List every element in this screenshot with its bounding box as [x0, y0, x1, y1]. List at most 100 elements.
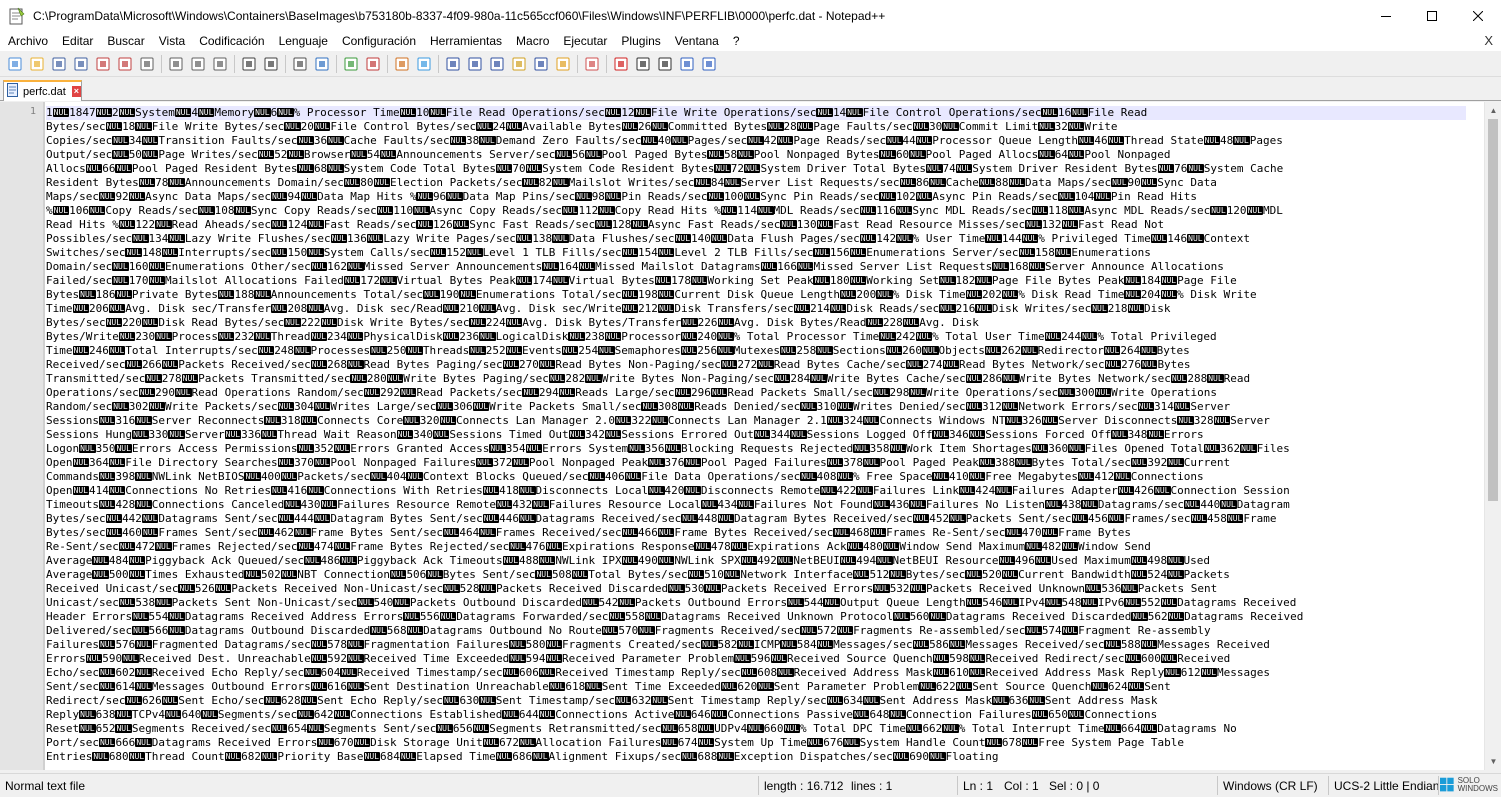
open-file-icon[interactable] [27, 54, 47, 74]
save-all-icon[interactable] [71, 54, 91, 74]
copy-icon[interactable] [188, 54, 208, 74]
code-text: Received [1177, 652, 1231, 665]
code-text: Sessions Logged Off [806, 428, 933, 441]
text-area[interactable]: 1NUL1847NUL2NULSystemNUL4NULMemoryNUL6NU… [46, 106, 1466, 770]
close-icon[interactable] [93, 54, 113, 74]
nul-token: NUL [72, 486, 89, 495]
scroll-down-icon[interactable]: ▼ [1485, 753, 1501, 770]
redo-icon[interactable] [261, 54, 281, 74]
stop-macro-icon[interactable] [633, 54, 653, 74]
menu-item-macro[interactable]: Macro [509, 34, 556, 48]
nul-token: NUL [886, 136, 903, 145]
monitoring-icon[interactable] [582, 54, 602, 74]
folder-workspace-icon[interactable] [553, 54, 573, 74]
code-text: Async Fast Reads/sec [647, 218, 781, 231]
function-list-icon[interactable] [531, 54, 551, 74]
print-icon[interactable] [137, 54, 157, 74]
nul-token: NUL [297, 136, 314, 145]
nul-token: NUL [826, 416, 844, 425]
menu-item-editar[interactable]: Editar [55, 34, 100, 48]
play-macro-icon[interactable] [655, 54, 675, 74]
scroll-up-icon[interactable]: ▲ [1485, 102, 1501, 119]
nul-token: NUL [796, 122, 814, 131]
menu-item-plugins[interactable]: Plugins [614, 34, 667, 48]
code-text: Segments Sent/sec [323, 722, 437, 735]
maximize-button[interactable] [1409, 0, 1455, 31]
save-macro-icon[interactable] [699, 54, 719, 74]
undo-icon[interactable] [239, 54, 259, 74]
code-text: Pool Paged Bytes [601, 148, 708, 161]
sync-horizontal-icon[interactable] [414, 54, 434, 74]
code-text: Thread Wait Reason [277, 428, 397, 441]
nul-token: NUL [915, 332, 933, 341]
code-text: 270 [519, 358, 539, 371]
minimize-button[interactable] [1363, 0, 1409, 31]
code-text: Data Flushes/sec [568, 232, 675, 245]
editor-pane[interactable]: 1 1NUL1847NUL2NULSystemNUL4NULMemoryNUL6… [0, 102, 1501, 770]
cut-icon[interactable] [166, 54, 186, 74]
code-text: 626 [141, 694, 162, 707]
close-window-button[interactable] [1455, 0, 1501, 31]
save-icon[interactable] [49, 54, 69, 74]
zoom-out-icon[interactable] [363, 54, 383, 74]
code-text: 582 [717, 638, 738, 651]
menu-item-configuraci-n[interactable]: Configuración [335, 34, 423, 48]
code-text: 236 [459, 330, 480, 343]
nul-token: NUL [1160, 654, 1178, 663]
notepadpp-app-icon[interactable] [9, 7, 25, 25]
code-text: 470 [1021, 526, 1042, 539]
code-text: Processor Queue Length [932, 134, 1078, 147]
code-text: 484 [108, 554, 129, 567]
record-macro-icon[interactable] [611, 54, 631, 74]
nul-token: NUL [1067, 206, 1085, 215]
show-all-chars-icon[interactable] [465, 54, 485, 74]
code-text: Lazy Write Pages/sec [383, 232, 516, 245]
scrollbar-thumb[interactable] [1488, 119, 1498, 501]
menu-item-vista[interactable]: Vista [152, 34, 192, 48]
menu-item-help[interactable]: ? [726, 34, 747, 48]
close-all-icon[interactable] [115, 54, 135, 74]
menu-item-buscar[interactable]: Buscar [100, 34, 151, 48]
code-text: Frame Bytes Sent/sec [310, 526, 443, 539]
code-text: 452 [929, 512, 950, 525]
code-text: Received Redirect/sec [985, 652, 1125, 665]
tab-close-icon[interactable]: × [71, 86, 81, 97]
menu-item-herramientas[interactable]: Herramientas [423, 34, 509, 48]
tab-perfc-dat[interactable]: perfc.dat × [3, 80, 82, 101]
indent-guide-icon[interactable] [487, 54, 507, 74]
run-multiple-macro-icon[interactable] [677, 54, 697, 74]
code-text: 54 [366, 148, 380, 161]
word-wrap-icon[interactable] [443, 54, 463, 74]
nul-token: NUL [747, 136, 764, 145]
close-document-button[interactable]: X [1484, 33, 1493, 48]
menu-item-codificaci-n[interactable]: Codificación [192, 34, 271, 48]
nul-token: NUL [264, 696, 281, 705]
code-text: 10 [416, 106, 430, 119]
nul-token: NUL [214, 584, 232, 593]
code-text: 444 [294, 512, 314, 525]
paste-icon[interactable] [210, 54, 230, 74]
line-number-gutter: 1 [0, 102, 44, 770]
zoom-in-icon[interactable] [341, 54, 361, 74]
menu-item-ejecutar[interactable]: Ejecutar [556, 34, 614, 48]
line-number: 1 [29, 106, 36, 117]
code-text: Expirations Ack [747, 540, 847, 553]
status-encoding[interactable]: UCS-2 Little Endian [1334, 779, 1439, 793]
code-text: 512 [869, 568, 890, 581]
menu-item-archivo[interactable]: Archivo [0, 34, 55, 48]
menu-item-ventana[interactable]: Ventana [668, 34, 726, 48]
code-text: 154 [638, 246, 658, 259]
doc-map-icon[interactable] [509, 54, 529, 74]
sync-vertical-icon[interactable] [392, 54, 412, 74]
status-eol[interactable]: Windows (CR LF) [1223, 779, 1318, 793]
code-text: 72 [730, 162, 745, 175]
nul-token: NUL [965, 570, 982, 579]
code-line: Header ErrorsNUL554NULDatagrams Received… [46, 610, 1466, 624]
vertical-scrollbar[interactable]: ▲ ▼ [1484, 102, 1501, 770]
new-file-icon[interactable] [5, 54, 25, 74]
menu-item-lenguaje[interactable]: Lenguaje [272, 34, 335, 48]
replace-icon[interactable] [312, 54, 332, 74]
find-icon[interactable] [290, 54, 310, 74]
nul-token: NUL [155, 220, 172, 229]
code-text: 276 [1121, 358, 1141, 371]
